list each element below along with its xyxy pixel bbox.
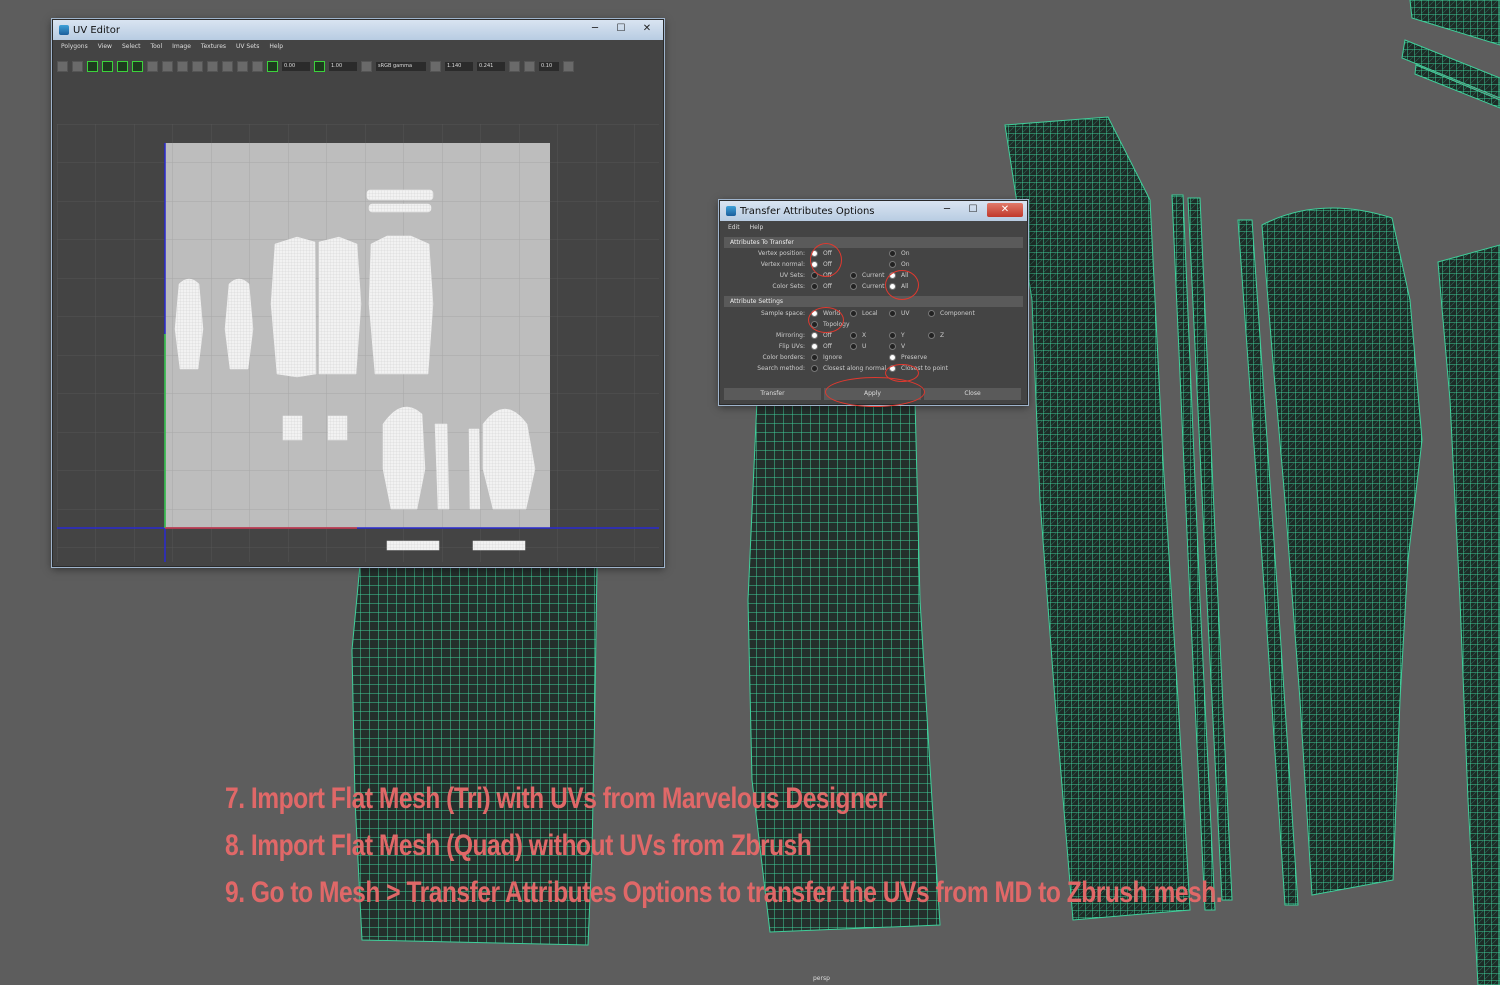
menu-help[interactable]: Help bbox=[269, 43, 283, 50]
exposure-field[interactable]: 0.00 bbox=[282, 61, 310, 71]
radio-color-sets-current[interactable]: Current bbox=[850, 283, 885, 290]
menu-view[interactable]: View bbox=[98, 43, 112, 50]
radio-flip-uvs-v[interactable]: V bbox=[889, 343, 905, 350]
uv-editor-menubar: Polygons View Select Tool Image Textures… bbox=[53, 40, 663, 52]
row-color-sets: Color Sets: Off Current All bbox=[772, 283, 909, 290]
radio-sample-space-local[interactable]: Local bbox=[850, 310, 878, 317]
highlight-uv-color-all bbox=[885, 270, 919, 300]
radio-vertex-position-on[interactable]: On bbox=[889, 250, 910, 257]
rotate-icon[interactable] bbox=[117, 60, 128, 72]
minimize-icon[interactable]: ─ bbox=[935, 203, 959, 217]
menu-textures[interactable]: Textures bbox=[201, 43, 226, 50]
menu-help[interactable]: Help bbox=[750, 224, 764, 231]
radio-mirroring-off[interactable]: Off bbox=[811, 332, 832, 339]
mesh-right-edge[interactable] bbox=[1437, 244, 1500, 985]
transfer-dialog-menubar: Edit Help bbox=[720, 221, 1027, 233]
menu-tool[interactable]: Tool bbox=[150, 43, 162, 50]
move-tool-icon[interactable] bbox=[72, 60, 83, 72]
row-search-method: Search method: Closest along normal Clos… bbox=[757, 365, 948, 372]
menu-edit[interactable]: Edit bbox=[728, 224, 740, 231]
row-uv-sets: UV Sets: Off Current All bbox=[779, 272, 909, 279]
flip-u-icon[interactable] bbox=[87, 60, 98, 72]
color-space-select[interactable]: sRGB gamma bbox=[376, 61, 426, 71]
uv-toolbar: 0.00 1.00 sRGB gamma 1.140 0.241 0.10 bbox=[57, 52, 659, 80]
unfold-icon[interactable] bbox=[162, 60, 173, 72]
image-icon[interactable] bbox=[237, 60, 248, 72]
radio-uv-sets-current[interactable]: Current bbox=[850, 272, 885, 279]
refresh-icon[interactable] bbox=[509, 60, 520, 72]
radio-flip-uvs-off[interactable]: Off bbox=[811, 343, 832, 350]
highlight-sample-space-world bbox=[808, 307, 844, 333]
sew-uv-icon[interactable] bbox=[147, 60, 158, 72]
arrow-left-icon[interactable] bbox=[524, 60, 535, 72]
uv-editor-titlebar[interactable]: UV Editor ─ ☐ ✕ bbox=[53, 20, 663, 40]
row-flip-uvs: Flip UVs: Off U V bbox=[778, 343, 906, 350]
uv-editor-window[interactable]: UV Editor ─ ☐ ✕ Polygons View Select Too… bbox=[52, 19, 664, 567]
menu-select[interactable]: Select bbox=[122, 43, 141, 50]
radio-color-borders-ignore[interactable]: Ignore bbox=[811, 354, 842, 361]
flip-v-icon[interactable] bbox=[102, 60, 113, 72]
close-button[interactable]: Close bbox=[924, 388, 1021, 400]
transfer-dialog-titlebar[interactable]: Transfer Attributes Options ─ ☐ ✕ bbox=[720, 201, 1027, 221]
section-attribute-settings[interactable]: Attribute Settings bbox=[724, 296, 1023, 307]
transfer-button[interactable]: Transfer bbox=[724, 388, 821, 400]
checker-icon[interactable] bbox=[252, 60, 263, 72]
highlight-apply-button bbox=[825, 377, 925, 407]
transfer-dialog-title: Transfer Attributes Options bbox=[740, 205, 875, 217]
close-icon[interactable]: ✕ bbox=[987, 203, 1023, 217]
radio-mirroring-z[interactable]: Z bbox=[928, 332, 944, 339]
uv-editor-title: UV Editor bbox=[73, 24, 120, 36]
layout-icon[interactable] bbox=[177, 60, 188, 72]
minimize-icon[interactable]: ─ bbox=[583, 22, 607, 36]
transfer-attributes-dialog[interactable]: Transfer Attributes Options ─ ☐ ✕ Edit H… bbox=[719, 200, 1028, 405]
row-sample-space: Sample space: World Local UV Component bbox=[760, 310, 975, 317]
radio-mirroring-y[interactable]: Y bbox=[889, 332, 905, 339]
select-tool-icon[interactable] bbox=[57, 60, 68, 72]
close-icon[interactable]: ✕ bbox=[635, 22, 659, 36]
radio-mirroring-x[interactable]: X bbox=[850, 332, 866, 339]
maximize-icon[interactable]: ☐ bbox=[609, 22, 633, 36]
menu-image[interactable]: Image bbox=[172, 43, 191, 50]
caption-step-8: 8. Import Flat Mesh (Quad) without UVs f… bbox=[225, 829, 812, 862]
radio-flip-uvs-u[interactable]: U bbox=[850, 343, 866, 350]
uv-canvas[interactable] bbox=[57, 124, 659, 562]
mesh-top-strips[interactable] bbox=[1401, 0, 1500, 109]
row-vertex-normal: Vertex normal: Off On bbox=[760, 261, 910, 268]
gamma-field[interactable]: 1.00 bbox=[329, 61, 357, 71]
uv-coord-icon[interactable] bbox=[430, 60, 441, 72]
caption-step-9: 9. Go to Mesh > Transfer Attributes Opti… bbox=[225, 876, 1223, 909]
u-coord-field[interactable]: 1.140 bbox=[445, 61, 473, 71]
v-coord-field[interactable]: 0.241 bbox=[477, 61, 505, 71]
radio-search-method-closest-along-normal[interactable]: Closest along normal bbox=[811, 365, 886, 372]
cut-uv-icon[interactable] bbox=[132, 60, 143, 72]
highlight-vertex-settings bbox=[810, 243, 842, 277]
snap-icon[interactable] bbox=[222, 60, 233, 72]
radio-vertex-normal-on[interactable]: On bbox=[889, 261, 910, 268]
row-mirroring: Mirroring: Off X Y Z bbox=[776, 332, 945, 339]
section-attributes-to-transfer[interactable]: Attributes To Transfer bbox=[724, 237, 1023, 248]
gamma-icon[interactable] bbox=[314, 60, 325, 72]
arrow-right-icon[interactable] bbox=[563, 60, 574, 72]
color-space-icon bbox=[361, 60, 372, 72]
caption-step-7: 7. Import Flat Mesh (Tri) with UVs from … bbox=[225, 782, 887, 815]
row-color-borders: Color borders: Ignore Preserve bbox=[762, 354, 928, 361]
increment-field[interactable]: 0.10 bbox=[539, 61, 559, 71]
viewport-camera-label: persp bbox=[813, 975, 830, 982]
grid-icon[interactable] bbox=[192, 60, 203, 72]
exposure-icon[interactable] bbox=[267, 60, 278, 72]
row-vertex-position: Vertex position: Off On bbox=[758, 250, 910, 257]
tutorial-caption: 7. Import Flat Mesh (Tri) with UVs from … bbox=[225, 775, 1223, 916]
radio-sample-space-uv[interactable]: UV bbox=[889, 310, 910, 317]
maya-icon bbox=[726, 206, 736, 216]
maximize-icon[interactable]: ☐ bbox=[961, 203, 985, 217]
radio-color-borders-preserve[interactable]: Preserve bbox=[889, 354, 927, 361]
radio-sample-space-component[interactable]: Component bbox=[928, 310, 975, 317]
maya-icon bbox=[59, 25, 69, 35]
row-sample-space-topology: Topology bbox=[720, 321, 1027, 332]
radio-color-sets-off[interactable]: Off bbox=[811, 283, 832, 290]
menu-uv-sets[interactable]: UV Sets bbox=[236, 43, 259, 50]
uv-view[interactable] bbox=[57, 124, 659, 562]
menu-polygons[interactable]: Polygons bbox=[61, 43, 88, 50]
align-icon[interactable] bbox=[207, 60, 218, 72]
